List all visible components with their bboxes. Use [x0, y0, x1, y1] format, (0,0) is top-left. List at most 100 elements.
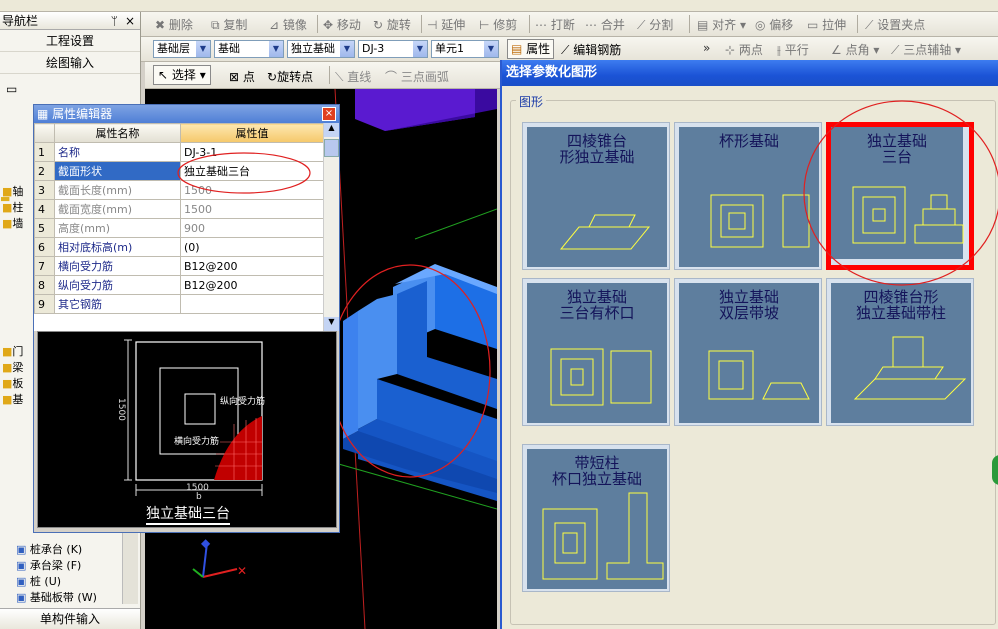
- tree-scrollbar[interactable]: [122, 532, 138, 604]
- select-button[interactable]: ↖ 选择 ▾: [153, 65, 211, 85]
- floor-select[interactable]: 基础层 ▼: [153, 40, 211, 58]
- shape-card[interactable]: 四棱锥台 形独立基础: [522, 122, 670, 270]
- property-row[interactable]: 5 高度(mm) 900: [34, 218, 323, 238]
- shape-card[interactable]: 杯形基础: [674, 122, 822, 270]
- shape-card[interactable]: 独立基础 三台有杯口: [522, 278, 670, 426]
- shape-card[interactable]: 独立基础 双层带坡: [674, 278, 822, 426]
- close-icon[interactable]: ×: [322, 107, 336, 121]
- property-row[interactable]: 2 截面形状 独立基础三台: [34, 161, 323, 181]
- line-button[interactable]: ⟍ 直线: [335, 68, 371, 85]
- property-value[interactable]: 1500: [180, 199, 323, 219]
- shape-card[interactable]: 带短柱 杯口独立基础: [522, 444, 670, 592]
- tree-item-foundation-strip[interactable]: ▣ 基础板带 (W): [16, 590, 97, 606]
- set-grip-button[interactable]: ⟋ 设置夹点: [865, 16, 925, 32]
- property-row[interactable]: 1 名称 DJ-3-1: [34, 142, 323, 162]
- tree-item-cap-beam[interactable]: ▣ 承台梁 (F): [16, 558, 97, 574]
- tree-label-door[interactable]: ■门: [2, 344, 23, 360]
- tree-label-beam[interactable]: ■梁: [2, 360, 23, 376]
- property-value[interactable]: B12@200: [180, 275, 323, 295]
- break-button[interactable]: ⋯ 打断: [535, 16, 575, 32]
- trim-button[interactable]: ⊢ 修剪: [479, 16, 517, 32]
- col-header-name: 属性名称: [54, 123, 181, 143]
- edit-rebar-button[interactable]: ⟋ 编辑钢筋: [561, 41, 621, 58]
- property-value[interactable]: 1500: [180, 180, 323, 200]
- tree-label-foundation[interactable]: ■基: [2, 392, 23, 408]
- shape-thumbnail: 杯形基础: [679, 127, 819, 267]
- single-component-input-button[interactable]: 单构件输入: [0, 608, 140, 629]
- property-row[interactable]: 9 其它钢筋: [34, 294, 323, 314]
- property-name: 纵向受力筋: [54, 275, 181, 295]
- dim-side: 1500: [116, 398, 126, 421]
- point-angle-button[interactable]: ∠ 点角 ▾: [831, 41, 879, 58]
- delete-button[interactable]: ✖ 删除: [155, 16, 193, 32]
- collapse-icon[interactable]: ▭: [6, 82, 17, 96]
- property-scrollbar[interactable]: ▲ ▼: [323, 123, 339, 331]
- shape-name-line1: 独立基础: [866, 132, 927, 150]
- two-point-button[interactable]: ⊹ 两点: [725, 41, 763, 58]
- property-row[interactable]: 6 相对底标高(m) (0): [34, 237, 323, 257]
- property-value[interactable]: 独立基础三台: [180, 161, 323, 181]
- stretch-button[interactable]: ▭ 拉伸: [807, 16, 846, 32]
- side-tab[interactable]: [992, 455, 998, 485]
- close-icon[interactable]: ×: [125, 12, 135, 30]
- pin-icon[interactable]: ᛘ: [111, 12, 118, 30]
- align-button[interactable]: ▤ 对齐 ▾: [697, 16, 746, 32]
- shape-name-line1: 独立基础: [718, 288, 779, 306]
- rotate-point-button[interactable]: ↻旋转点: [267, 68, 313, 85]
- property-value[interactable]: (0): [180, 237, 323, 257]
- shape-thumbnail: 带短柱 杯口独立基础: [527, 449, 667, 589]
- edit-toolbar: ✖ 删除 ⧉ 复制 ⊿ 镜像 ✥ 移动 ↻ 旋转 ⊣ 延伸 ⊢ 修剪 ⋯ 打断 …: [141, 12, 998, 37]
- more-chevron-icon[interactable]: »: [703, 41, 710, 55]
- property-row[interactable]: 8 纵向受力筋 B12@200: [34, 275, 323, 295]
- merge-button[interactable]: ⋯ 合并: [585, 16, 625, 32]
- project-settings-button[interactable]: 工程设置: [0, 30, 140, 52]
- inner-step-rect: [184, 393, 216, 425]
- split-button[interactable]: ⟋ 分割: [637, 16, 673, 32]
- foundation-tree-items: ▣ 桩承台 (K) ▣ 承台梁 (F) ▣ 桩 (U) ▣ 基础板带 (W): [16, 542, 97, 606]
- shape-name-line2: 形独立基础: [559, 148, 635, 166]
- property-value[interactable]: B12@200: [180, 256, 323, 276]
- offset-button[interactable]: ◎ 偏移: [755, 16, 793, 32]
- preview-caption: 独立基础三台: [146, 503, 230, 525]
- rotate-button[interactable]: ↻ 旋转: [373, 16, 411, 32]
- chevron-down-icon: ▼: [196, 41, 210, 57]
- property-row[interactable]: 3 截面长度(mm) 1500: [34, 180, 323, 200]
- property-value[interactable]: DJ-3-1: [180, 142, 323, 162]
- point-button[interactable]: ⊠ 点: [229, 68, 255, 85]
- tree-item-pile-cap[interactable]: ▣ 桩承台 (K): [16, 542, 97, 558]
- extend-button[interactable]: ⊣ 延伸: [427, 16, 465, 32]
- property-header-row: 属性名称 属性值: [34, 123, 323, 143]
- copy-button[interactable]: ⧉ 复制: [211, 16, 247, 32]
- tree-label-wall[interactable]: ■墙: [2, 216, 23, 232]
- property-value[interactable]: 900: [180, 218, 323, 238]
- chevron-down-icon: ▼: [269, 41, 283, 57]
- arc-button[interactable]: ⌒ 三点画弧: [385, 68, 449, 85]
- shape-card[interactable]: 四棱锥台形 独立基础带柱: [826, 278, 974, 426]
- tree-label-axis[interactable]: ■轴: [2, 184, 23, 200]
- row-number: 7: [34, 256, 55, 276]
- tree-item-pile[interactable]: ▣ 桩 (U): [16, 574, 97, 590]
- shape-card[interactable]: 独立基础 三台: [826, 122, 974, 270]
- tree-label-slab[interactable]: ■板: [2, 376, 23, 392]
- label-transverse: 横向受力筋: [174, 437, 220, 447]
- property-value[interactable]: [180, 294, 323, 314]
- mirror-button[interactable]: ⊿ 镜像: [269, 16, 307, 32]
- attribute-button[interactable]: ▤ 属性: [507, 39, 555, 59]
- component-select[interactable]: DJ-3 ▼: [358, 40, 428, 58]
- section-preview-svg: [124, 339, 263, 496]
- three-point-axis-button[interactable]: ⟋ 三点辅轴 ▾: [891, 41, 961, 58]
- row-number: 6: [34, 237, 55, 257]
- parallel-button[interactable]: ⫲ 平行: [777, 41, 809, 58]
- property-row[interactable]: 4 截面宽度(mm) 1500: [34, 199, 323, 219]
- property-row[interactable]: 7 横向受力筋 B12@200: [34, 256, 323, 276]
- move-button[interactable]: ✥ 移动: [323, 16, 361, 32]
- type-select[interactable]: 独立基础 ▼: [287, 40, 355, 58]
- row-number: 8: [34, 275, 55, 295]
- drawing-input-button[interactable]: 绘图输入: [0, 52, 140, 74]
- tree-label-column[interactable]: ■柱: [2, 200, 23, 216]
- cursor-icon: ↖: [158, 68, 169, 82]
- category-select[interactable]: 基础 ▼: [214, 40, 284, 58]
- shape-thumbnail: 四棱锥台 形独立基础: [527, 127, 667, 267]
- unit-select[interactable]: 单元1 ▼: [431, 40, 499, 58]
- tree-side-labels: ■轴 ■柱 ■墙: [2, 184, 23, 232]
